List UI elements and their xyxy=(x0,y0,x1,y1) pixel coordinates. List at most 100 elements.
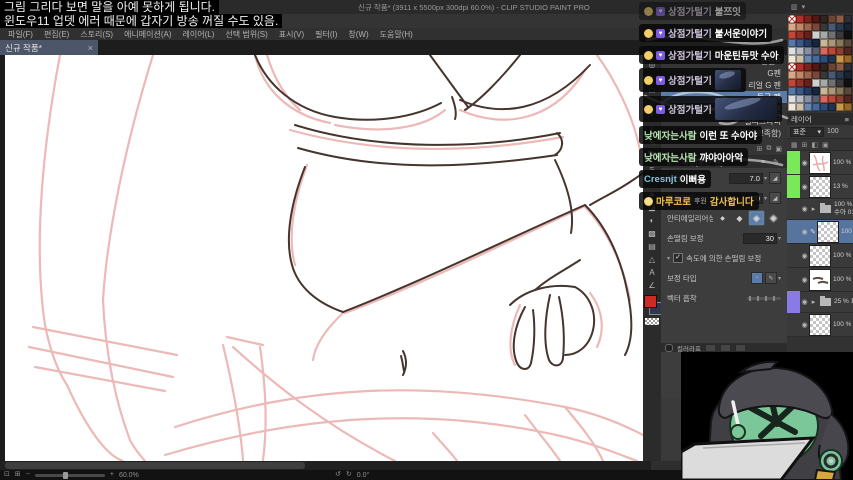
fill-tool[interactable]: ▩ xyxy=(645,227,659,240)
palette-swatch[interactable] xyxy=(788,47,796,55)
palette-swatch[interactable] xyxy=(796,71,804,79)
palette-swatch[interactable] xyxy=(828,63,836,71)
layer-row[interactable]: ◉ 100 % xyxy=(787,313,853,337)
palette-swatch[interactable] xyxy=(812,71,820,79)
palette-swatch[interactable] xyxy=(812,55,820,63)
palette-swatch[interactable] xyxy=(844,79,852,87)
blend-tool[interactable]: ◐ xyxy=(645,214,659,227)
palette-swatch[interactable] xyxy=(788,95,796,103)
palette-swatch[interactable] xyxy=(844,39,852,47)
palette-swatch[interactable] xyxy=(828,71,836,79)
palette-swatch[interactable] xyxy=(820,63,828,71)
pen-tool[interactable]: ✎ xyxy=(645,136,659,149)
subtool-item[interactable]: G펜 xyxy=(661,67,787,79)
brush-size-spinner-icon[interactable]: ▾ xyxy=(764,175,767,182)
palette-swatch[interactable] xyxy=(804,79,812,87)
palette-swatch[interactable] xyxy=(836,103,844,111)
delete-layer-icon[interactable]: ▣ xyxy=(822,141,829,149)
palette-swatch[interactable] xyxy=(820,47,828,55)
subtool-item[interactable]: 펜(양쪽이 뾰족함) xyxy=(661,127,787,139)
subtool-item[interactable]: 리얼 G 펜 xyxy=(661,79,787,91)
palette-swatch[interactable] xyxy=(812,95,820,103)
palette-swatch[interactable] xyxy=(796,23,804,31)
layer-mask-icon[interactable]: ◧ xyxy=(812,141,819,149)
decoration-tool[interactable]: ◈ xyxy=(645,188,659,201)
palette-swatch[interactable] xyxy=(812,63,820,71)
palette-swatch[interactable] xyxy=(820,95,828,103)
palette-swatch[interactable] xyxy=(804,55,812,63)
gradient-tool[interactable]: ▤ xyxy=(645,240,659,253)
palette-swatch[interactable] xyxy=(836,15,844,23)
lasso-tool[interactable]: ○ xyxy=(645,97,659,110)
bar-button-1[interactable] xyxy=(704,343,716,352)
palette-swatch[interactable] xyxy=(836,23,844,31)
layer-row[interactable]: ◉▸ 100 % 표준수아 01 xyxy=(787,199,853,220)
layer-visibility-icon[interactable]: ◉ xyxy=(800,298,809,306)
palette-swatch[interactable] xyxy=(796,103,804,111)
palette-swatch[interactable] xyxy=(804,31,812,39)
palette-swatch[interactable] xyxy=(828,55,836,63)
palette-swatch[interactable] xyxy=(788,31,796,39)
palette-swatch[interactable] xyxy=(844,47,852,55)
menu-item-애니메이션A[interactable]: 애니메이션(A) xyxy=(124,29,171,40)
palette-swatch[interactable] xyxy=(844,63,852,71)
layer-row[interactable]: ◉▸ 25 % 표준 xyxy=(787,290,853,314)
layer-row[interactable]: ◉ 100 % xyxy=(787,151,853,175)
palette-swatch[interactable] xyxy=(820,79,828,87)
palette-swatch[interactable] xyxy=(820,23,828,31)
palette-swatch[interactable] xyxy=(804,15,812,23)
palette-swatch[interactable] xyxy=(804,95,812,103)
zoom-slider-thumb[interactable] xyxy=(62,471,68,479)
palette-swatch[interactable] xyxy=(788,79,796,87)
palette-swatch[interactable] xyxy=(812,47,820,55)
layer-row[interactable]: ◉✎ 100 % xyxy=(787,220,853,244)
palette-swatch[interactable] xyxy=(820,55,828,63)
record-icon[interactable] xyxy=(665,343,673,352)
actual-size-icon[interactable]: ⊞ xyxy=(15,470,21,480)
layer-row[interactable]: ◉ 13 % xyxy=(787,175,853,199)
tab-close-icon[interactable]: × xyxy=(88,43,93,53)
menu-item-선택범위S[interactable]: 선택 범위(S) xyxy=(225,29,267,40)
palette-swatch[interactable] xyxy=(796,79,804,87)
palette-swatch[interactable] xyxy=(788,103,796,111)
opacity-dynamics-icon[interactable]: ◢ xyxy=(769,192,781,204)
eraser-tool[interactable]: ◪ xyxy=(645,201,659,214)
palette-swatch[interactable] xyxy=(820,15,828,23)
palette-swatch[interactable] xyxy=(828,95,836,103)
palette-swatch[interactable] xyxy=(828,23,836,31)
palette-swatch[interactable] xyxy=(804,63,812,71)
palette-swatch[interactable] xyxy=(828,103,836,111)
auto-select-tool[interactable]: * xyxy=(645,110,659,123)
palette-swatch[interactable] xyxy=(828,87,836,95)
opacity-spinner-icon[interactable]: ▾ xyxy=(764,195,767,202)
correction-type-curve-button[interactable]: ~ xyxy=(750,272,763,284)
speed-stabilize-checkbox[interactable]: ✓ xyxy=(673,253,684,263)
menu-item-스토리S[interactable]: 스토리(S) xyxy=(80,29,113,40)
palette-tab-icon[interactable]: ▥ xyxy=(791,3,798,11)
palette-swatch[interactable] xyxy=(836,63,844,71)
eyedropper-tool[interactable]: / xyxy=(645,123,659,136)
rotate-right-icon[interactable]: ↻ xyxy=(346,470,352,480)
palette-swatch[interactable] xyxy=(820,87,828,95)
bar-button-2[interactable] xyxy=(719,343,731,352)
correction-type-dropdown-icon[interactable]: ▾ xyxy=(778,275,781,282)
palette-swatch[interactable] xyxy=(844,31,852,39)
palette-swatch[interactable] xyxy=(836,47,844,55)
palette-swatch[interactable] xyxy=(820,39,828,47)
palette-swatch[interactable] xyxy=(844,103,852,111)
pencil-tool[interactable]: ✏ xyxy=(645,149,659,162)
palette-swatch[interactable] xyxy=(844,15,852,23)
palette-swatch[interactable] xyxy=(844,71,852,79)
airbrush-tool[interactable]: ∴ xyxy=(645,175,659,188)
palette-swatch[interactable] xyxy=(788,55,796,63)
new-layer-icon[interactable]: ▦ xyxy=(791,141,798,149)
palette-swatch[interactable] xyxy=(788,87,796,95)
layer-visibility-icon[interactable]: ◉ xyxy=(800,159,809,167)
palette-swatch[interactable] xyxy=(844,87,852,95)
palette-swatch[interactable] xyxy=(836,31,844,39)
palette-swatch[interactable] xyxy=(844,95,852,103)
palette-swatch[interactable] xyxy=(788,39,796,47)
transparent-color-swatch[interactable] xyxy=(645,318,659,325)
add-subtool-icon[interactable]: ⊞ xyxy=(757,145,763,153)
zoom-out-icon[interactable]: − xyxy=(26,470,30,480)
